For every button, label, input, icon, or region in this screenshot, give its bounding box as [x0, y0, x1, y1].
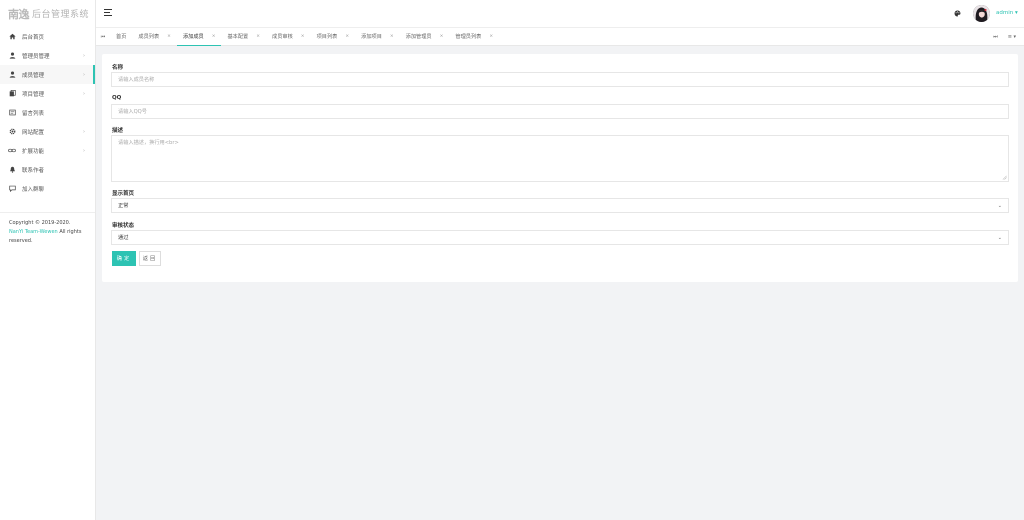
- resize-handle-icon[interactable]: [1002, 175, 1007, 180]
- tab-list: 首页 成员列表 × 添加成员 × 基本配置 × 成员审核 × 项目列表 × 添加…: [110, 28, 993, 46]
- tab-label: 添加管理员: [405, 34, 432, 40]
- sidebar-item-label: 管理员管理: [22, 53, 50, 60]
- logo[interactable]: 南逸 后台管理系统: [0, 0, 95, 27]
- sidebar-item-members[interactable]: 成员管理 ›: [0, 65, 95, 84]
- qq-input[interactable]: [111, 104, 1009, 119]
- logo-text: 后台管理系统: [32, 10, 90, 20]
- tab-member-review[interactable]: 成员审核 ×: [266, 28, 311, 45]
- avatar[interactable]: [973, 5, 990, 22]
- tab-label: 成员审核: [272, 34, 293, 40]
- home-icon: [8, 33, 16, 40]
- submit-button[interactable]: 确定: [112, 251, 136, 266]
- sidebar-item-label: 项目管理: [22, 91, 45, 98]
- review-select-value: 通过: [118, 235, 129, 241]
- chevron-right-icon: ›: [83, 128, 85, 135]
- name-label: 名称: [112, 65, 124, 71]
- tab-label: 基本配置: [227, 34, 249, 40]
- tab-member-list[interactable]: 成员列表 ×: [132, 28, 177, 45]
- chat-icon: [8, 185, 16, 192]
- close-icon[interactable]: ×: [301, 34, 305, 39]
- tab-scroll-left-icon[interactable]: ⏮: [96, 28, 110, 45]
- tab-add-member[interactable]: 添加成员 ×: [176, 28, 222, 46]
- tab-add-admin[interactable]: 添加管理员 ×: [400, 28, 450, 45]
- menu-toggle-icon[interactable]: [104, 9, 112, 17]
- tab-home[interactable]: 首页: [110, 28, 132, 45]
- user-icon: [8, 71, 16, 78]
- display-select[interactable]: 正常 ⌄: [111, 198, 1009, 213]
- sidebar-item-join-group[interactable]: 加入群聊: [0, 179, 95, 198]
- copyright-link[interactable]: NanYi Team-Wewen: [9, 229, 58, 235]
- tab-bar: ⏮ 首页 成员列表 × 添加成员 × 基本配置 × 成员审核 × 项目列表 × …: [96, 28, 1024, 46]
- gear-icon: [8, 128, 16, 135]
- tab-label: 添加项目: [361, 34, 382, 40]
- message-icon: [8, 109, 16, 116]
- close-icon[interactable]: ×: [489, 34, 493, 39]
- palette-icon[interactable]: [954, 10, 961, 17]
- tab-label: 添加成员: [182, 34, 204, 40]
- top-header: admin ▾: [96, 0, 1024, 28]
- close-icon[interactable]: ×: [256, 34, 260, 39]
- close-icon[interactable]: ×: [345, 34, 349, 39]
- qq-label: QQ: [112, 95, 122, 101]
- user-icon: [8, 52, 16, 59]
- chevron-right-icon: ›: [83, 71, 85, 78]
- tab-scroll-right-icon[interactable]: ⏭: [993, 34, 998, 40]
- sidebar-item-messages[interactable]: 留言列表: [0, 103, 95, 122]
- sidebar-item-label: 联系作者: [22, 167, 45, 174]
- review-label: 审核状态: [112, 223, 135, 229]
- sidebar-item-home[interactable]: 后台首页: [0, 27, 95, 46]
- sidebar-item-admins[interactable]: 管理员管理 ›: [0, 46, 95, 65]
- tab-add-project[interactable]: 添加项目 ×: [355, 28, 400, 45]
- copyright-prefix: Copyright © 2019-2020.: [9, 220, 71, 226]
- close-icon[interactable]: ×: [167, 34, 171, 39]
- chevron-down-icon: ⌄: [997, 202, 1002, 209]
- display-label: 显示首页: [112, 191, 135, 197]
- sidebar-item-contact[interactable]: 联系作者: [0, 160, 95, 179]
- logo-mark: 南逸: [8, 7, 30, 21]
- review-select[interactable]: 通过 ⌄: [111, 230, 1009, 245]
- desc-textarea[interactable]: [111, 135, 1009, 182]
- close-icon[interactable]: ×: [440, 34, 444, 39]
- sidebar-item-extensions[interactable]: 扩展功能 ›: [0, 141, 95, 160]
- copyright: Copyright © 2019-2020. NanYi Team-Wewen …: [0, 212, 95, 246]
- sidebar-item-label: 后台首页: [22, 34, 45, 41]
- sidebar: 南逸 后台管理系统 后台首页 管理员管理 › 成员管理 › 项目管理 › 留言列…: [0, 0, 96, 520]
- sidebar-item-label: 网站配置: [22, 129, 45, 136]
- display-select-value: 正常: [118, 203, 129, 209]
- tab-label: 项目列表: [316, 34, 338, 40]
- close-icon[interactable]: ×: [390, 34, 394, 39]
- link-icon: [8, 147, 16, 154]
- tab-label: 首页: [116, 34, 127, 40]
- chevron-right-icon: ›: [83, 147, 85, 154]
- sidebar-item-label: 加入群聊: [22, 186, 45, 193]
- tab-admin-list[interactable]: 管理员列表 ×: [449, 28, 499, 45]
- sidebar-item-projects[interactable]: 项目管理 ›: [0, 84, 95, 103]
- tab-project-list[interactable]: 项目列表 ×: [311, 28, 356, 45]
- tab-label: 成员列表: [138, 34, 160, 40]
- sidebar-item-label: 留言列表: [22, 110, 45, 117]
- tab-controls: ⏭ ≡ ▾: [993, 28, 1024, 45]
- chevron-right-icon: ›: [83, 90, 85, 97]
- close-icon[interactable]: ×: [212, 34, 216, 39]
- project-icon: [8, 90, 16, 97]
- sidebar-item-label: 扩展功能: [22, 148, 45, 155]
- bell-icon: [8, 166, 16, 173]
- sidebar-item-site-config[interactable]: 网站配置 ›: [0, 122, 95, 141]
- desc-label: 描述: [112, 128, 124, 134]
- sidebar-item-label: 成员管理: [22, 72, 45, 79]
- add-member-form: 名称 QQ 描述 显示首页 正常 ⌄ 审核状态 通过 ⌄ 确定 返回: [102, 54, 1018, 282]
- tab-menu-icon[interactable]: ≡ ▾: [1008, 34, 1016, 40]
- chevron-right-icon: ›: [83, 52, 85, 59]
- sidebar-menu: 后台首页 管理员管理 › 成员管理 › 项目管理 › 留言列表 网站配置 › 扩…: [0, 27, 95, 198]
- back-button[interactable]: 返回: [139, 251, 161, 266]
- tab-label: 管理员列表: [455, 34, 482, 40]
- name-input[interactable]: [111, 72, 1009, 87]
- tab-basic-config[interactable]: 基本配置 ×: [221, 28, 266, 45]
- chevron-down-icon: ⌄: [997, 234, 1002, 241]
- user-menu[interactable]: admin ▾: [996, 10, 1018, 16]
